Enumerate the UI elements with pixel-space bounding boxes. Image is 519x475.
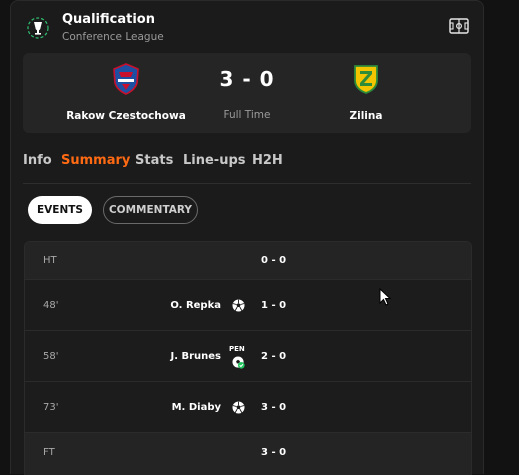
event-score: 0 - 0 xyxy=(261,255,287,266)
pitch-icon[interactable] xyxy=(449,18,469,34)
event-row-ht: HT 0 - 0 xyxy=(25,242,471,279)
tabs-divider xyxy=(23,183,471,184)
competition-header: Qualification Conference League xyxy=(27,11,469,47)
events-toggle-button[interactable]: EVENTS xyxy=(28,196,92,224)
home-team[interactable]: Rakow Czestochowa xyxy=(51,63,201,122)
home-team-name: Rakow Czestochowa xyxy=(66,110,186,122)
competition-title: Qualification xyxy=(62,12,155,27)
match-panel: Qualification Conference League Rakow Cz… xyxy=(10,0,484,475)
events-list: HT 0 - 0 48' O. Repka 1 - 0 58' J. Brune… xyxy=(24,241,472,475)
event-player: O. Repka xyxy=(170,300,221,311)
tab-stats[interactable]: Stats xyxy=(135,153,173,168)
zilina-crest-icon xyxy=(354,65,378,94)
event-row-penalty-goal[interactable]: 58' J. Brunes PEN 2 - 0 xyxy=(25,330,471,382)
match-card[interactable]: Rakow Czestochowa 3 - 0 Full Time Zilina xyxy=(23,53,471,133)
event-score: 3 - 0 xyxy=(261,402,287,413)
event-player: M. Diaby xyxy=(171,402,221,413)
event-row-goal[interactable]: 73' M. Diaby 3 - 0 xyxy=(25,381,471,433)
event-player: J. Brunes xyxy=(170,351,221,362)
event-minute: 58' xyxy=(43,351,59,362)
event-minute: HT xyxy=(43,255,57,266)
penalty-label: PEN xyxy=(229,345,245,353)
match-score: 3 - 0 xyxy=(219,67,275,91)
rakow-crest-icon xyxy=(113,63,139,95)
tab-summary[interactable]: Summary xyxy=(61,153,130,168)
event-score: 3 - 0 xyxy=(261,447,287,458)
commentary-toggle-button[interactable]: COMMENTARY xyxy=(103,196,198,224)
event-row-goal[interactable]: 48' O. Repka 1 - 0 xyxy=(25,279,471,331)
event-row-ft: FT 3 - 0 xyxy=(25,432,471,475)
away-team[interactable]: Zilina xyxy=(291,63,441,122)
competition-subtitle: Conference League xyxy=(62,31,164,43)
mouse-cursor-icon xyxy=(379,288,391,306)
penalty-goal-icon xyxy=(232,356,245,369)
away-team-name: Zilina xyxy=(349,110,383,122)
tab-info[interactable]: Info xyxy=(23,153,52,168)
goal-ball-icon xyxy=(232,401,245,414)
tab-h2h[interactable]: H2H xyxy=(252,153,283,168)
conference-league-logo-icon xyxy=(27,17,49,39)
event-minute: FT xyxy=(43,447,55,458)
match-status: Full Time xyxy=(223,109,271,121)
tab-line-ups[interactable]: Line-ups xyxy=(183,153,246,168)
event-minute: 48' xyxy=(43,300,59,311)
goal-ball-icon xyxy=(232,299,245,312)
event-score: 2 - 0 xyxy=(261,351,287,362)
event-score: 1 - 0 xyxy=(261,300,287,311)
event-minute: 73' xyxy=(43,402,59,413)
